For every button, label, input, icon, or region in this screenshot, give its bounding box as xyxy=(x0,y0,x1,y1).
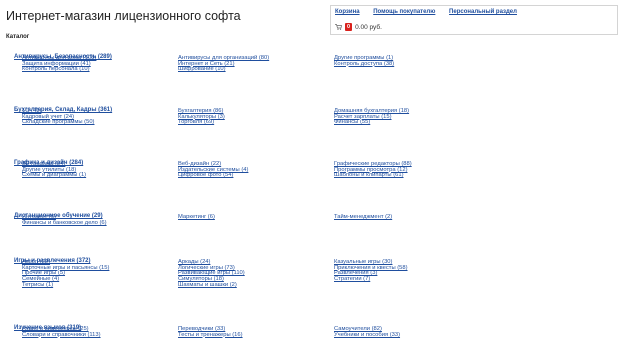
category-antivirus: Антивирусы, Безопасность (289) Антивирус… xyxy=(14,45,394,72)
category-column: Графические редакторы (88) Программы про… xyxy=(334,161,412,179)
cart-icon[interactable] xyxy=(335,24,342,30)
category-column: Маркетинг (6) xyxy=(178,214,215,221)
category-column: Тайм-менеджмент (2) xyxy=(334,214,392,221)
category-column: Бухгалтерия (86) Калькуляторы (3) Торгов… xyxy=(178,108,225,126)
subcategory-link[interactable]: Складские программы (50) xyxy=(22,120,95,126)
cart-panel: Корзина Помощь покупателю Персональный р… xyxy=(330,5,618,35)
category-column: Самоучители (82) Учебники и пособия (33) xyxy=(334,326,400,339)
subcategory-link[interactable]: Схемы и диаграммы (1) xyxy=(22,173,86,179)
category-column: Интернет (6) Финансы и банковское дело (… xyxy=(22,214,107,227)
catalog-heading: Каталог xyxy=(6,34,30,40)
category-column: 1С (41) Кадровый учет (24) Складские про… xyxy=(22,108,95,126)
personal-link[interactable]: Персональный раздел xyxy=(449,9,517,15)
subcategory-link[interactable]: Торговля (69) xyxy=(178,120,225,126)
subcategory-link[interactable]: Маркетинг (6) xyxy=(178,214,215,221)
subcategory-link[interactable]: Тесты и тренажеры (16) xyxy=(178,332,243,339)
category-languages: Изучение языков (319) Аудио и видеокурсы… xyxy=(14,316,400,337)
cart-link[interactable]: Корзина xyxy=(335,9,360,15)
subcategory-link[interactable]: Шаблоны и клипарты (61) xyxy=(334,173,412,179)
category-column: Переводчики (33) Тесты и тренажеры (16) xyxy=(178,326,243,339)
page-title: Интернет-магазин лицензионного софта xyxy=(6,9,241,23)
cart-count-badge: 0 xyxy=(345,23,353,31)
subcategory-link[interactable]: Контроль доступа (38) xyxy=(334,61,394,68)
subcategory-link[interactable]: Цифровое фото (54) xyxy=(178,173,248,179)
subcategory-link[interactable]: Тетрисы (1) xyxy=(22,282,109,289)
subcategory-link[interactable]: Учебники и пособия (33) xyxy=(334,332,400,339)
subcategory-link[interactable]: Словари и справочники (113) xyxy=(22,332,101,339)
subcategory-link[interactable]: Финансы и банковское дело (6) xyxy=(22,220,107,227)
category-column: Домашняя бухгалтерия (18) Расчет зарплат… xyxy=(334,108,409,126)
category-column: Action (22) Карточные игры и пасьянсы (1… xyxy=(22,259,109,289)
category-graphics: Графика и дизайн (284) 3D графика (24) Д… xyxy=(14,151,412,178)
subcategory-link[interactable]: Тайм-менеджмент (2) xyxy=(334,214,392,221)
category-distance-learning: Дистанционное обучение (29) Интернет (6)… xyxy=(14,204,392,225)
subcategory-link[interactable]: Финансы (55) xyxy=(334,120,409,126)
subcategory-link[interactable]: Шифрование (10) xyxy=(178,67,269,73)
subcategory-link[interactable]: Шахматы и шашки (2) xyxy=(178,282,245,289)
category-accounting: Бухгалтерия, Склад, Кадры (361) 1С (41) … xyxy=(14,98,409,125)
subcategory-link[interactable]: Контроль персонала (10) xyxy=(22,67,96,73)
cart-total: 0.00 руб. xyxy=(355,23,382,31)
cart-links: Корзина Помощь покупателю Персональный р… xyxy=(335,9,529,15)
category-games: Игры и развлечения (372) Action (22) Кар… xyxy=(14,249,408,288)
category-column: Антивирусы для организаций (80) Интернет… xyxy=(178,55,269,73)
category-column: Веб-дизайн (22) Издательские системы (4)… xyxy=(178,161,248,179)
category-column: Другие программы (1) Контроль доступа (3… xyxy=(334,55,394,68)
category-column: Аркады (24) Логические игры (73) Развива… xyxy=(178,259,245,289)
category-column: Аудио и видеокурсы (25) Словари и справо… xyxy=(22,326,101,339)
category-column: 3D графика (24) Другие утилиты (18) Схем… xyxy=(22,161,86,179)
category-column: Антивирусы для дома (108) Защита информа… xyxy=(22,55,96,73)
subcategory-link[interactable]: Стратегии (7) xyxy=(334,276,408,283)
cart-summary: 0 0.00 руб. xyxy=(335,23,382,31)
help-link[interactable]: Помощь покупателю xyxy=(373,9,435,15)
category-column: Казуальные игры (30) Приключения и квест… xyxy=(334,259,408,283)
